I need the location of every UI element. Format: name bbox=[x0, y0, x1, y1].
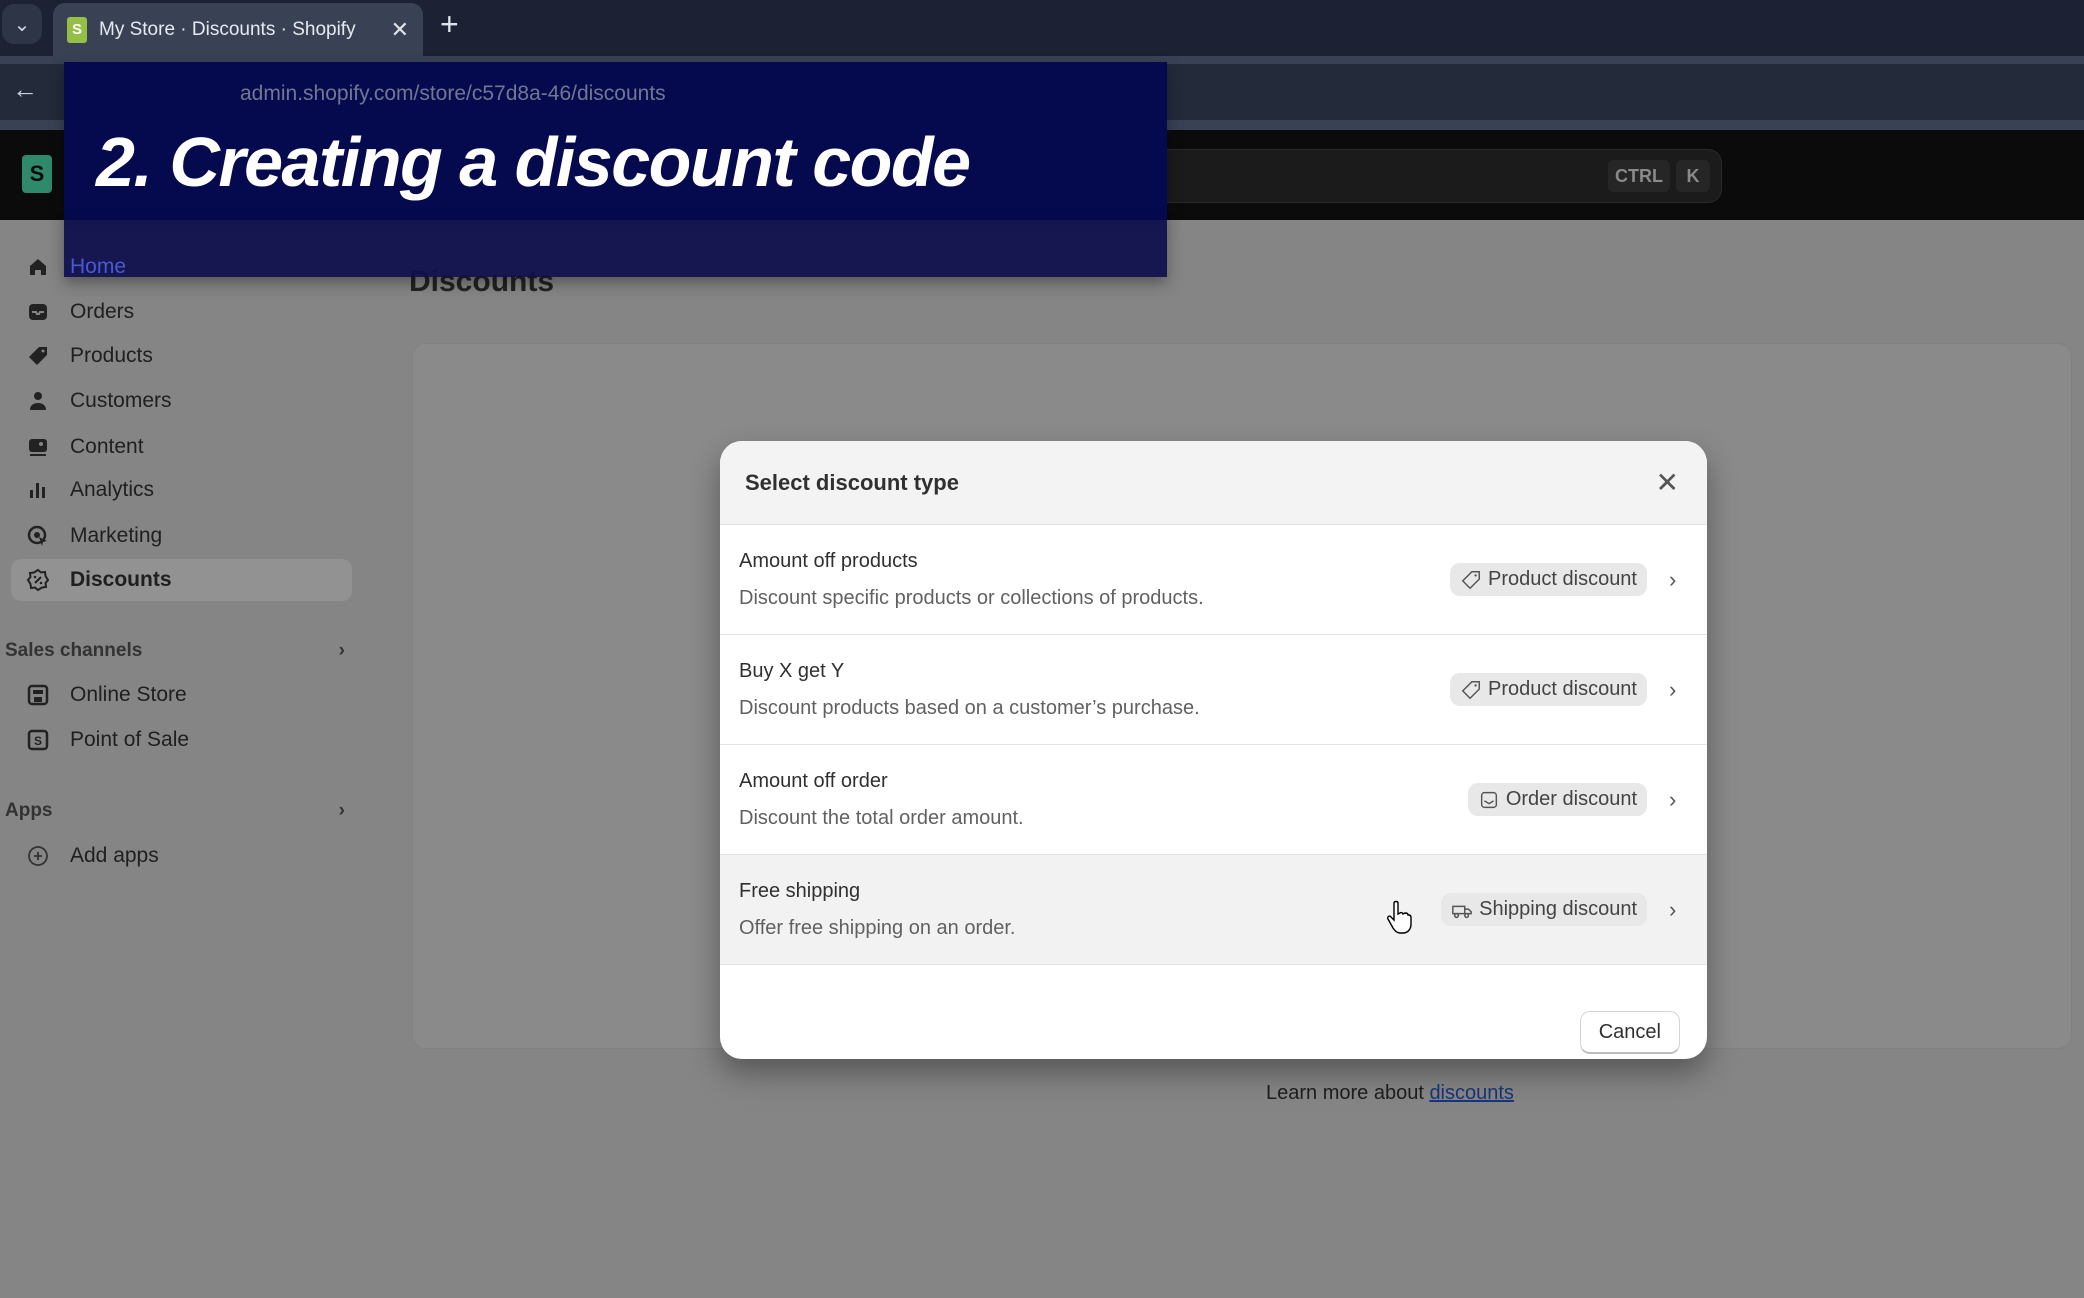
chevron-right-icon: › bbox=[1669, 566, 1677, 592]
new-tab-button[interactable]: + bbox=[440, 6, 459, 43]
cancel-button[interactable]: Cancel bbox=[1579, 1011, 1680, 1054]
sidebar-item-label: Orders bbox=[70, 300, 135, 323]
option-title: Amount off products bbox=[739, 549, 918, 572]
image-icon bbox=[29, 439, 47, 456]
discount-icon bbox=[26, 568, 50, 592]
option-free-shipping[interactable]: Free shipping Offer free shipping on an o… bbox=[720, 855, 1707, 965]
sidebar-item-label: Content bbox=[70, 435, 144, 458]
chevron-right-icon: › bbox=[338, 800, 345, 821]
learn-more-prefix: Learn more about bbox=[1266, 1082, 1430, 1104]
option-amount-off-order[interactable]: Amount off order Discount the total order… bbox=[720, 745, 1707, 855]
tag-icon bbox=[29, 347, 47, 365]
apps-header[interactable]: Apps › bbox=[5, 800, 345, 822]
sidebar-item-customers[interactable]: Customers bbox=[11, 380, 352, 422]
sidebar-item-label: Point of Sale bbox=[70, 728, 190, 751]
option-description: Offer free shipping on an order. bbox=[739, 916, 1016, 939]
sidebar-item-add-apps[interactable]: Add apps bbox=[11, 835, 352, 877]
sidebar-item-content[interactable]: Content bbox=[11, 426, 352, 468]
chevron-right-icon: › bbox=[1669, 896, 1677, 922]
person-icon bbox=[30, 392, 46, 410]
sidebar-item-label: Discounts bbox=[70, 568, 172, 591]
option-badge: Shipping discount bbox=[1441, 893, 1647, 926]
shortcut-ctrl: CTRL bbox=[1608, 160, 1670, 192]
sidebar-item-label: Online Store bbox=[70, 683, 187, 706]
badge-label: Product discount bbox=[1488, 678, 1637, 700]
sidebar-item-label: Marketing bbox=[70, 524, 163, 547]
cart-icon bbox=[1480, 791, 1497, 808]
modal-footer: Cancel bbox=[720, 965, 1707, 1059]
sidebar-item-products[interactable]: Products bbox=[11, 335, 352, 377]
close-icon[interactable]: ✕ bbox=[1656, 466, 1679, 499]
banner-title: 2. Creating a discount code bbox=[96, 123, 971, 201]
chevron-down-icon: ⌄ bbox=[13, 13, 31, 36]
badge-label: Product discount bbox=[1488, 568, 1637, 590]
home-icon bbox=[30, 259, 46, 275]
tab-close-icon[interactable]: ✕ bbox=[391, 17, 409, 43]
modal-title: Select discount type bbox=[745, 469, 959, 495]
option-badge: Product discount bbox=[1450, 563, 1647, 596]
svg-text:S: S bbox=[34, 734, 42, 748]
sidebar-item-label: Home bbox=[70, 255, 127, 278]
sales-channels-header[interactable]: Sales channels › bbox=[5, 640, 345, 662]
tag-icon bbox=[1461, 680, 1480, 699]
select-discount-type-modal: Select discount type ✕ Amount off produc… bbox=[720, 441, 1707, 1059]
shopify-logo[interactable]: S bbox=[22, 155, 52, 193]
option-amount-off-products[interactable]: Amount off products Discount specific pro… bbox=[720, 525, 1707, 635]
tag-icon bbox=[1461, 570, 1480, 589]
sidebar-item-marketing[interactable]: Marketing bbox=[11, 515, 352, 557]
section-label: Sales channels bbox=[5, 640, 143, 661]
option-title: Free shipping bbox=[739, 879, 861, 902]
plus-circle-icon bbox=[28, 846, 48, 866]
sidebar-item-label: Products bbox=[70, 344, 153, 367]
option-description: Discount the total order amount. bbox=[739, 806, 1024, 829]
store-icon bbox=[27, 684, 49, 706]
sidebar-item-analytics[interactable]: Analytics bbox=[11, 469, 352, 511]
sidebar-item-orders[interactable]: Orders bbox=[11, 291, 352, 333]
bar-chart-icon bbox=[30, 483, 45, 498]
chevron-right-icon: › bbox=[1669, 786, 1677, 812]
learn-more-text: Learn more about discounts bbox=[1266, 1082, 1514, 1105]
discounts-link[interactable]: discounts bbox=[1429, 1082, 1514, 1104]
browser-tab[interactable]: S My Store · Discounts · Shopify ✕ bbox=[53, 3, 423, 56]
option-title: Buy X get Y bbox=[739, 659, 845, 682]
badge-label: Shipping discount bbox=[1479, 898, 1637, 920]
hand-cursor-icon bbox=[1387, 900, 1412, 934]
option-badge: Product discount bbox=[1450, 673, 1647, 706]
option-buy-x-get-y[interactable]: Buy X get Y Discount products based on a … bbox=[720, 635, 1707, 745]
sidebar-item-home[interactable]: Home bbox=[11, 246, 352, 288]
sidebar-item-online-store[interactable]: Online Store bbox=[11, 674, 352, 716]
chevron-right-icon: › bbox=[1669, 676, 1677, 702]
option-title: Amount off order bbox=[739, 769, 888, 792]
inbox-icon bbox=[29, 304, 47, 320]
section-label: Apps bbox=[5, 800, 53, 821]
tab-search-button[interactable]: ⌄ bbox=[2, 4, 42, 44]
badge-label: Order discount bbox=[1505, 788, 1637, 810]
chevron-right-icon: › bbox=[338, 640, 345, 661]
pos-icon: S bbox=[27, 729, 49, 751]
tab-title: My Store · Discounts · Shopify bbox=[99, 18, 356, 40]
sidebar-item-label: Add apps bbox=[70, 844, 159, 867]
back-icon[interactable]: ← bbox=[12, 74, 38, 105]
sidebar-item-point-of-sale[interactable]: S Point of Sale bbox=[11, 719, 352, 761]
option-description: Discount products based on a customer’s … bbox=[739, 696, 1200, 719]
option-badge: Order discount bbox=[1467, 783, 1647, 816]
truck-icon bbox=[1452, 905, 1473, 918]
modal-header: Select discount type ✕ bbox=[720, 441, 1707, 525]
option-description: Discount specific products or collection… bbox=[739, 586, 1204, 609]
url-field[interactable]: admin.shopify.com/store/c57d8a-46/discou… bbox=[240, 82, 666, 106]
sidebar-item-discounts[interactable]: Discounts bbox=[11, 559, 352, 601]
sidebar-item-label: Analytics bbox=[70, 478, 155, 501]
shortcut-k: K bbox=[1676, 160, 1710, 192]
shopify-favicon-icon: S bbox=[67, 16, 87, 43]
target-icon bbox=[27, 525, 47, 546]
sidebar-item-label: Customers bbox=[70, 389, 172, 412]
